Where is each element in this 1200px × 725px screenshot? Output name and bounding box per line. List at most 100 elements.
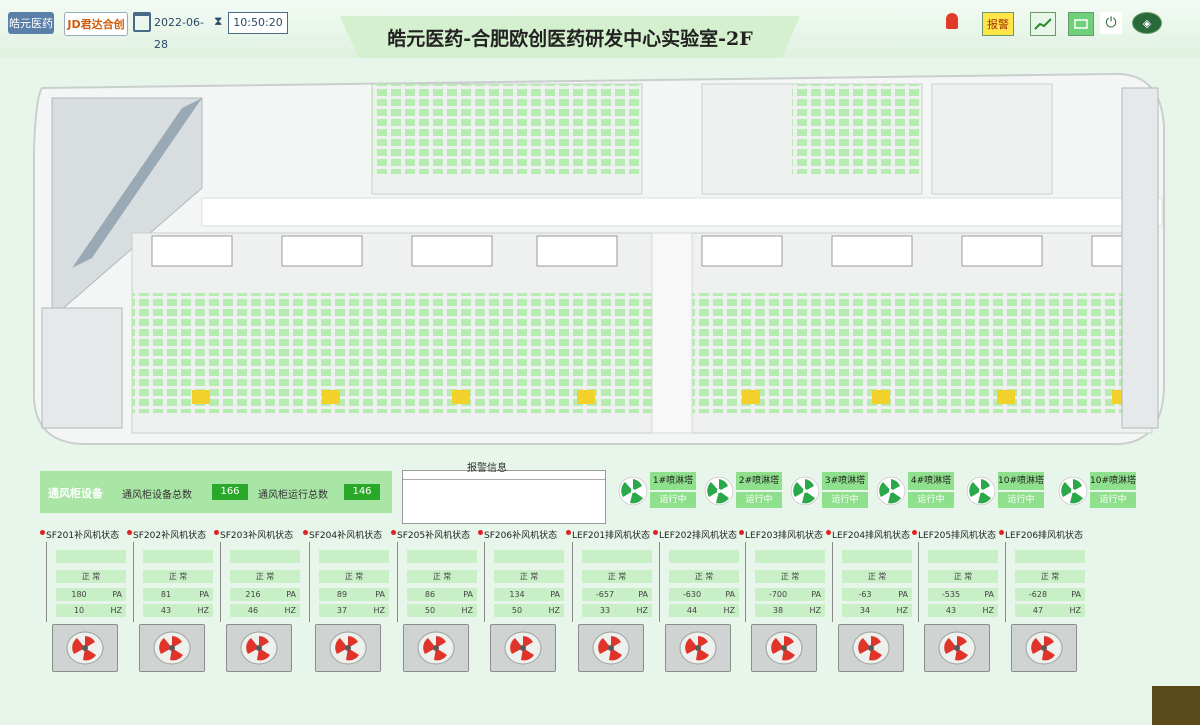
fan-unit-card[interactable]: SF205补风机状态正 常 86 PA 50 HZ	[391, 528, 477, 676]
frequency-unit: HZ	[110, 606, 123, 615]
pressure-unit: PA	[725, 590, 735, 599]
frequency-unit: HZ	[548, 606, 561, 615]
alarm-info-panel[interactable]: 报警信息	[402, 463, 606, 524]
frequency-unit: HZ	[461, 606, 474, 615]
frequency-unit: HZ	[197, 606, 210, 615]
status-dot-icon	[214, 530, 219, 535]
unit-status-row	[669, 550, 739, 563]
unit-normal-row: 正 常	[230, 570, 300, 583]
fan-unit-card[interactable]: LEF206排风机状态正 常 -628 PA 47 HZ	[999, 528, 1085, 676]
pressure-value: 89	[336, 590, 348, 599]
fan-icon	[52, 624, 118, 672]
spray-tower[interactable]: 2#喷淋塔 运行中	[704, 472, 790, 512]
unit-status-row	[1015, 550, 1085, 563]
unit-frequency-row: 50 HZ	[494, 604, 564, 617]
fan-unit-card[interactable]: LEF201排风机状态正 常 -657 PA 33 HZ	[566, 528, 652, 676]
fan-unit-card[interactable]: SF204补风机状态正 常 89 PA 37 HZ	[303, 528, 389, 676]
unit-title: SF204补风机状态	[309, 531, 383, 541]
logo-icon[interactable]: ◈	[1132, 12, 1162, 34]
tower-state: 运行中	[908, 492, 954, 508]
fan-icon	[876, 476, 906, 506]
fan-unit-card[interactable]: LEF202排风机状态正 常 -630 PA 44 HZ	[653, 528, 739, 676]
running-count-label: 通风柜运行总数	[258, 490, 328, 501]
pressure-value: -657	[595, 590, 615, 599]
unit-frequency-row: 33 HZ	[582, 604, 652, 617]
frequency-value: 47	[1032, 606, 1044, 615]
unit-frequency-row: 38 HZ	[755, 604, 825, 617]
frequency-unit: HZ	[636, 606, 649, 615]
unit-normal-row: 正 常	[928, 570, 998, 583]
status-dot-icon	[391, 530, 396, 535]
screen-icon[interactable]	[1068, 12, 1094, 36]
unit-frequency-row: 47 HZ	[1015, 604, 1085, 617]
fan-unit-card[interactable]: SF202补风机状态正 常 81 PA 43 HZ	[127, 528, 213, 676]
count-panel-title: 通风柜设备	[48, 487, 103, 500]
floor-plan-drawing	[33, 72, 1165, 446]
frequency-value: 38	[772, 606, 784, 615]
fan-icon	[1011, 624, 1077, 672]
chart-icon[interactable]	[1030, 12, 1056, 36]
pressure-value: -630	[682, 590, 702, 599]
unit-frequency-row: 50 HZ	[407, 604, 477, 617]
unit-frequency-row: 46 HZ	[230, 604, 300, 617]
fan-unit-card[interactable]: SF206补风机状态正 常 134 PA 50 HZ	[478, 528, 564, 676]
fan-icon	[139, 624, 205, 672]
frequency-unit: HZ	[982, 606, 995, 615]
tower-name: 4#喷淋塔	[908, 472, 954, 490]
fan-unit-card[interactable]: SF201补风机状态正 常 180 PA 10 HZ	[40, 528, 126, 676]
unit-frequency-row: 37 HZ	[319, 604, 389, 617]
frequency-value: 34	[859, 606, 871, 615]
frequency-value: 44	[686, 606, 698, 615]
tower-state: 运行中	[650, 492, 696, 508]
unit-frequency-row: 34 HZ	[842, 604, 912, 617]
fan-icon	[966, 476, 996, 506]
fan-unit-card[interactable]: SF203补风机状态正 常 216 PA 46 HZ	[214, 528, 300, 676]
date-display: 2022-06-28	[154, 16, 204, 51]
pressure-unit: PA	[984, 590, 994, 599]
spray-tower[interactable]: 3#喷淋塔 运行中	[790, 472, 876, 512]
alarm-button[interactable]: 报警	[982, 12, 1014, 36]
unit-normal-row: 正 常	[1015, 570, 1085, 583]
running-count-value: 146	[344, 484, 380, 500]
unit-bracket	[918, 542, 925, 622]
frequency-unit: HZ	[284, 606, 297, 615]
pressure-unit: PA	[375, 590, 385, 599]
spray-tower[interactable]: 10#喷淋塔 运行中	[966, 472, 1052, 512]
spray-tower[interactable]: 10#喷淋塔 运行中	[1058, 472, 1144, 512]
spray-tower[interactable]: 1#喷淋塔 运行中	[618, 472, 704, 512]
unit-normal-row: 正 常	[56, 570, 126, 583]
power-icon[interactable]: ⏻	[1100, 12, 1122, 34]
pressure-value: -63	[858, 590, 872, 599]
floor-plan[interactable]	[12, 68, 1174, 456]
unit-pressure-row: 81 PA	[143, 588, 213, 601]
unit-normal-row: 正 常	[842, 570, 912, 583]
frequency-value: 10	[73, 606, 85, 615]
status-dot-icon	[566, 530, 571, 535]
pressure-value: -628	[1028, 590, 1048, 599]
fan-unit-card[interactable]: LEF204排风机状态正 常 -63 PA 34 HZ	[826, 528, 912, 676]
unit-title: LEF202排风机状态	[659, 531, 738, 541]
tower-name: 10#喷淋塔	[1090, 472, 1136, 490]
fan-icon	[838, 624, 904, 672]
unit-title: SF202补风机状态	[133, 531, 207, 541]
unit-bracket	[659, 542, 666, 622]
vendor-logo: JD君达合创	[64, 12, 128, 36]
fan-icon	[790, 476, 820, 506]
tower-state: 运行中	[822, 492, 868, 508]
unit-pressure-row: -628 PA	[1015, 588, 1085, 601]
company-logo: 皓元医药	[8, 12, 54, 34]
unit-pressure-row: -630 PA	[669, 588, 739, 601]
spray-tower[interactable]: 4#喷淋塔运行中	[876, 472, 962, 512]
fan-unit-card[interactable]: LEF205排风机状态正 常 -535 PA 43 HZ	[912, 528, 998, 676]
unit-bracket	[133, 542, 140, 622]
unit-title: LEF206排风机状态	[1005, 531, 1084, 541]
status-dot-icon	[303, 530, 308, 535]
alarm-table-header	[403, 479, 605, 480]
unit-status-row	[494, 550, 564, 563]
total-count-value: 166	[212, 484, 248, 500]
unit-title: SF203补风机状态	[220, 531, 294, 541]
unit-pressure-row: -700 PA	[755, 588, 825, 601]
fan-unit-card[interactable]: LEF203排风机状态正 常 -700 PA 38 HZ	[739, 528, 825, 676]
unit-status-row	[928, 550, 998, 563]
pressure-value: 81	[160, 590, 172, 599]
